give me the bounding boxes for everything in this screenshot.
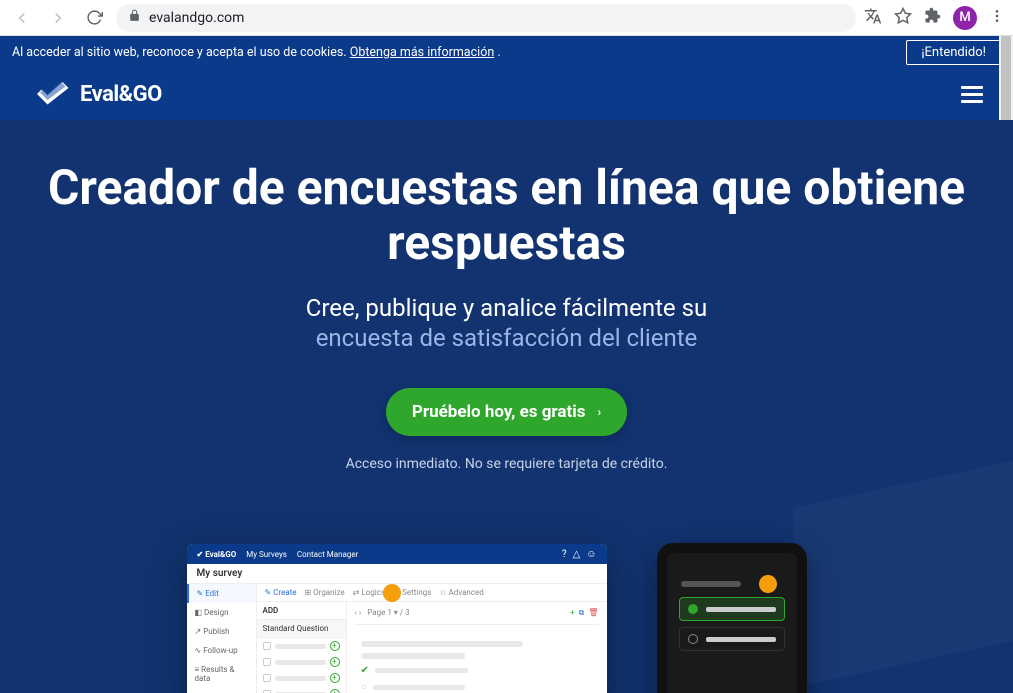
cta-button[interactable]: Pruébelo hoy, es gratis › xyxy=(386,388,627,436)
site-navbar: Eval&GO xyxy=(0,68,1013,120)
brand-logo[interactable]: Eval&GO xyxy=(34,81,162,107)
desktop-mock: ✔ Eval&GO My Surveys Contact Manager ? △… xyxy=(187,544,607,693)
mock-side-followup: ∿ Follow-up xyxy=(187,641,256,660)
menu-icon[interactable] xyxy=(989,8,1005,28)
cookie-accept-button[interactable]: ¡Entendido! xyxy=(906,40,1001,65)
browser-toolbar: evalandgo.com M xyxy=(0,0,1013,36)
hero-subtitle-2: encuesta de satisfacción del cliente xyxy=(0,324,1013,352)
lock-icon xyxy=(128,9,141,26)
mock-side-publish: ↗ Publish xyxy=(187,622,256,641)
mock-tab-create: ✎ Create xyxy=(265,588,297,597)
product-mockup: ✔ Eval&GO My Surveys Contact Manager ? △… xyxy=(187,544,827,693)
hero-section: Creador de encuestas en línea que obtien… xyxy=(0,120,1013,693)
mock-side-design: ◧ Design xyxy=(187,603,256,622)
profile-avatar[interactable]: M xyxy=(953,6,977,30)
mock-nav-contacts: Contact Manager xyxy=(297,550,359,559)
mock-tab-logics: ⇄ Logics xyxy=(353,588,385,597)
url-text: evalandgo.com xyxy=(149,10,244,26)
translate-icon[interactable] xyxy=(864,7,882,29)
hero-note: Acceso inmediato. No se requiere tarjeta… xyxy=(0,456,1013,472)
star-icon[interactable] xyxy=(894,7,912,29)
mock-mobile-option xyxy=(679,627,785,651)
mobile-mock xyxy=(657,543,807,693)
bell-icon: △ xyxy=(573,549,581,560)
mock-sidebar: ✎ Edit ◧ Design ↗ Publish ∿ Follow-up ≡ … xyxy=(187,584,257,693)
mock-add-panel: ADD Standard Question + + + + xyxy=(257,602,347,693)
back-button[interactable] xyxy=(8,4,36,32)
cookie-banner: Al acceder al sitio web, reconoce y acep… xyxy=(0,36,1013,68)
mock-side-results: ≡ Results & data xyxy=(187,660,256,688)
mock-tab-advanced: ☆ Advanced xyxy=(439,588,483,597)
help-icon: ? xyxy=(562,549,567,560)
address-bar[interactable]: evalandgo.com xyxy=(116,4,856,32)
page-content: Al acceder al sitio web, reconoce y acep… xyxy=(0,36,1013,693)
extensions-icon[interactable] xyxy=(924,7,941,28)
mock-side-edit: ✎ Edit xyxy=(187,584,256,603)
mock-survey-title: My survey xyxy=(187,564,607,584)
forward-button[interactable] xyxy=(44,4,72,32)
scrollbar-thumb[interactable] xyxy=(1001,36,1011,126)
cookie-text: Al acceder al sitio web, reconoce y acep… xyxy=(12,45,347,60)
mock-canvas: ‹ › Page 1 ▾ / 3 +⧉🗑 ✔ ○ xyxy=(347,602,607,693)
checkmark-logo-icon xyxy=(34,81,70,107)
highlight-dot xyxy=(383,584,401,602)
mock-tabs: ✎ Create ⊞ Organize ⇄ Logics ⚙ Settings … xyxy=(257,584,607,602)
chevron-right-icon: › xyxy=(597,405,601,419)
mock-mobile-option-selected xyxy=(679,597,785,621)
hero-subtitle-1: Cree, publique y analice fácilmente su xyxy=(0,294,1013,322)
hamburger-menu[interactable] xyxy=(961,82,983,107)
hero-headline: Creador de encuestas en línea que obtien… xyxy=(0,160,1013,270)
user-icon: ☺ xyxy=(586,549,596,560)
highlight-dot-mobile xyxy=(759,575,777,593)
reload-button[interactable] xyxy=(80,4,108,32)
mock-nav-surveys: My Surveys xyxy=(246,550,287,559)
mock-tab-organize: ⊞ Organize xyxy=(304,588,344,597)
cookie-link[interactable]: Obtenga más información xyxy=(350,45,495,60)
